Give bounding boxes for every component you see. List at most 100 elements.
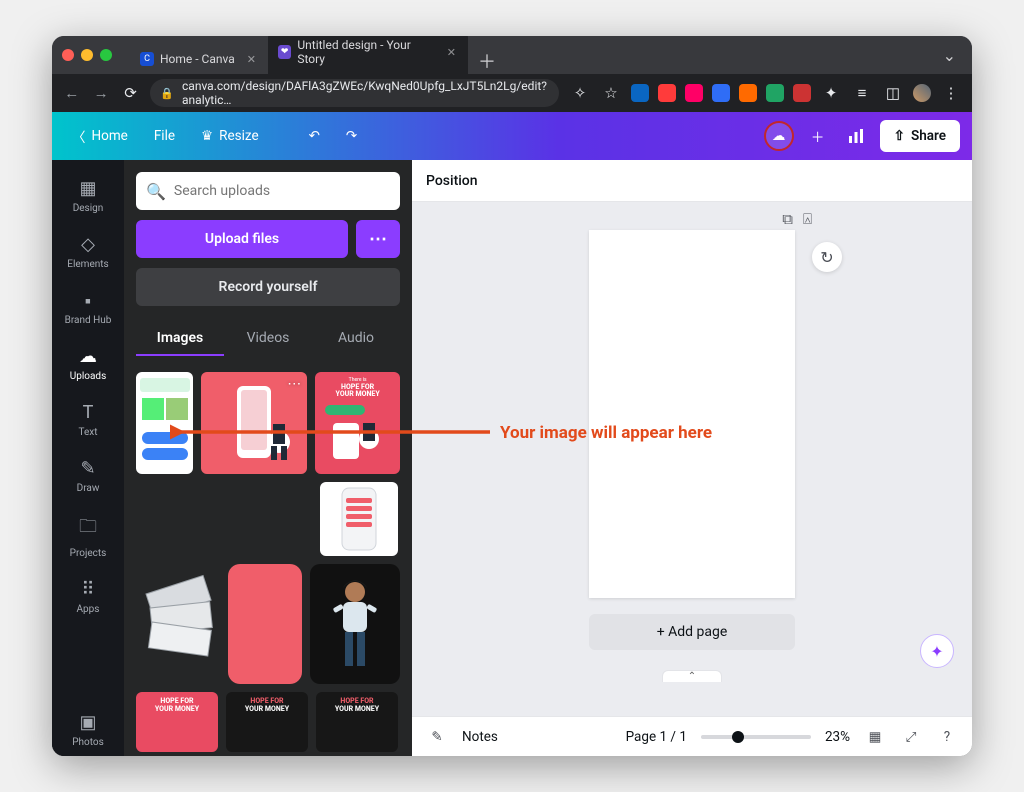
template-icon: ▦ — [79, 178, 96, 199]
thumb-options-icon[interactable]: ⋯ — [287, 376, 301, 392]
reading-list-icon[interactable]: ≡ — [851, 84, 873, 102]
add-button[interactable]: ＋ — [804, 122, 832, 150]
titlebar: C Home - Canva ✕ ❤ Untitled design - You… — [52, 36, 972, 74]
browser-tab[interactable]: C Home - Canva ✕ — [130, 44, 268, 74]
share-button[interactable]: ⇧ Share — [880, 120, 960, 152]
bookmark-icon[interactable]: ☆ — [600, 84, 622, 102]
search-input[interactable] — [174, 183, 390, 199]
upload-thumb[interactable]: ⋯ — [201, 372, 307, 474]
cloud-sync-icon[interactable]: ☁ — [764, 121, 794, 151]
shapes-icon: ◇ — [81, 234, 95, 255]
upload-thumb[interactable] — [136, 564, 220, 684]
upload-icon: ⇧ — [894, 128, 905, 144]
page-indicator[interactable]: Page 1 / 1 — [626, 729, 687, 745]
extension-icon[interactable] — [658, 84, 676, 102]
profile-avatar[interactable] — [913, 84, 931, 102]
forward-button[interactable]: → — [91, 84, 110, 102]
upload-thumb[interactable] — [136, 372, 193, 474]
subtab-images[interactable]: Images — [136, 322, 224, 356]
upload-thumb[interactable]: HOPE FOR YOUR MONEY — [136, 692, 218, 752]
stage[interactable]: ⧉ ⍓ ↻ + Add page ✦ ⌃ — [412, 202, 972, 716]
zoom-knob[interactable] — [732, 731, 744, 743]
rail-text[interactable]: TText — [56, 394, 120, 446]
resize-menu[interactable]: ♛ Resize — [193, 122, 267, 150]
back-button[interactable]: ← — [62, 84, 81, 102]
left-rail: ▦Design ◇Elements 🞍Brand Hub ☁Uploads TT… — [52, 160, 124, 756]
grid-view-icon[interactable]: ▦ — [864, 729, 886, 745]
upload-more-button[interactable]: ⋯ — [356, 220, 400, 258]
close-tab-icon[interactable]: ✕ — [247, 53, 256, 66]
maximize-window-button[interactable] — [100, 49, 112, 61]
file-menu[interactable]: File — [146, 122, 183, 150]
extensions-menu-icon[interactable]: ✦ — [820, 84, 842, 102]
uploads-gallery[interactable]: ⋯ There is HOPE FOR YOUR MONEY — [136, 366, 400, 756]
add-page-icon[interactable]: ⍓ — [803, 210, 812, 228]
fullscreen-icon[interactable]: ⤢ — [900, 729, 922, 745]
browser-tab-active[interactable]: ❤ Untitled design - Your Story ✕ — [268, 36, 468, 74]
rail-uploads[interactable]: ☁Uploads — [56, 338, 120, 390]
rail-projects[interactable]: 🗀Projects — [56, 506, 120, 567]
upload-thumb[interactable] — [228, 482, 312, 556]
app-body: ▦Design ◇Elements 🞍Brand Hub ☁Uploads TT… — [52, 160, 972, 756]
extension-icon[interactable] — [685, 84, 703, 102]
thumb-text: YOUR MONEY — [336, 391, 380, 399]
folder-icon: 🗀 — [79, 514, 97, 544]
upload-thumb[interactable] — [136, 482, 220, 556]
address-bar[interactable]: 🔒 canva.com/design/DAFlA3gZWEc/KwqNed0Up… — [150, 79, 559, 107]
upload-thumb[interactable]: There is HOPE FOR YOUR MONEY — [315, 372, 400, 474]
close-tab-icon[interactable]: ✕ — [447, 46, 456, 59]
analytics-icon[interactable] — [842, 122, 870, 150]
help-icon[interactable]: ? — [936, 729, 958, 745]
extension-icon[interactable] — [739, 84, 757, 102]
reload-button[interactable]: ⟳ — [121, 84, 140, 102]
upload-thumb[interactable] — [228, 564, 302, 684]
upload-thumb[interactable]: HOPE FOR YOUR MONEY — [226, 692, 308, 752]
undo-button[interactable]: ↶ — [301, 122, 328, 150]
redo-button[interactable]: ↷ — [338, 122, 365, 150]
duplicate-page-icon[interactable]: ⧉ — [782, 210, 793, 228]
rail-brand-hub[interactable]: 🞍Brand Hub — [56, 282, 120, 334]
zoom-value[interactable]: 23% — [825, 729, 850, 745]
url-bar-row: ← → ⟳ 🔒 canva.com/design/DAFlA3gZWEc/Kwq… — [52, 74, 972, 112]
extension-icon[interactable] — [766, 84, 784, 102]
rail-photos[interactable]: ▣Photos — [56, 704, 120, 756]
minimize-window-button[interactable] — [81, 49, 93, 61]
uploads-subtabs: Images Videos Audio — [136, 322, 400, 356]
rail-elements[interactable]: ◇Elements — [56, 226, 120, 278]
back-home-button[interactable]: 〈 Home — [64, 120, 136, 152]
side-panel-icon[interactable]: ◫ — [882, 84, 904, 102]
rail-apps[interactable]: ⠿Apps — [56, 571, 120, 623]
refresh-page-button[interactable]: ↻ — [812, 242, 842, 272]
upload-files-button[interactable]: Upload files — [136, 220, 348, 258]
toolbar-icons: ✧ ☆ ✦ ≡ ◫ ⋮ — [569, 84, 962, 102]
tab-overflow-button[interactable]: ⌄ — [937, 46, 962, 65]
add-page-button[interactable]: + Add page — [589, 614, 795, 650]
rail-draw[interactable]: ✎Draw — [56, 450, 120, 502]
notes-button[interactable]: Notes — [462, 729, 498, 745]
extension-icon[interactable] — [631, 84, 649, 102]
upload-thumb[interactable] — [320, 482, 398, 556]
close-window-button[interactable] — [62, 49, 74, 61]
upload-thumb[interactable]: HOPE FOR YOUR MONEY — [316, 692, 398, 752]
page-tools: ⧉ ⍓ — [782, 210, 812, 228]
notes-icon[interactable]: ✎ — [426, 729, 448, 745]
share-page-icon[interactable]: ✧ — [569, 84, 591, 102]
upload-thumb[interactable] — [310, 564, 400, 684]
new-tab-button[interactable]: ＋ — [468, 48, 506, 74]
search-uploads[interactable]: 🔍 — [136, 172, 400, 210]
expand-pages-button[interactable]: ⌃ — [662, 670, 722, 682]
lock-icon: 🔒 — [160, 87, 174, 100]
extension-icon[interactable] — [793, 84, 811, 102]
position-button[interactable]: Position — [426, 173, 478, 189]
app-header: 〈 Home File ♛ Resize ↶ ↷ ☁ ＋ ⇧ Share — [52, 112, 972, 160]
window-controls — [62, 49, 112, 61]
record-yourself-button[interactable]: Record yourself — [136, 268, 400, 306]
kebab-menu-icon[interactable]: ⋮ — [940, 84, 962, 102]
design-page[interactable] — [589, 230, 795, 598]
magic-ai-button[interactable]: ✦ — [920, 634, 954, 668]
subtab-videos[interactable]: Videos — [224, 322, 312, 356]
zoom-slider[interactable] — [701, 735, 811, 739]
rail-design[interactable]: ▦Design — [56, 170, 120, 222]
subtab-audio[interactable]: Audio — [312, 322, 400, 356]
extension-icon[interactable] — [712, 84, 730, 102]
